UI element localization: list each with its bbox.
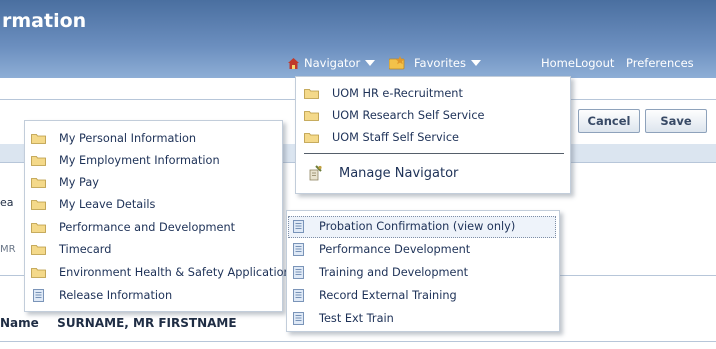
menu-item-label[interactable]: Timecard xyxy=(59,243,111,256)
menu-item-label[interactable]: My Pay xyxy=(59,176,99,189)
favorites-label[interactable]: Favorites xyxy=(414,56,466,70)
menu-item-label[interactable]: Environment Health & Safety Applications xyxy=(59,266,297,279)
manage-navigator-item[interactable]: Manage Navigator xyxy=(308,163,458,183)
folder-icon xyxy=(31,222,46,233)
navigator-item-hr-recruitment[interactable]: UOM HR e-Recruitment xyxy=(304,83,463,103)
menu-item-label[interactable]: My Personal Information xyxy=(59,132,196,145)
menu-item-performance-development-page[interactable]: Performance Development xyxy=(293,239,470,259)
page-icon xyxy=(293,265,304,279)
folder-icon xyxy=(304,88,319,99)
menu-item-label[interactable]: My Employment Information xyxy=(59,154,220,167)
folder-icon xyxy=(31,133,46,144)
menu-item-timecard[interactable]: Timecard xyxy=(31,239,111,259)
name-value: SURNAME, MR FIRSTNAME xyxy=(57,316,237,330)
folder-icon xyxy=(31,199,46,210)
menu-item-training-development[interactable]: Training and Development xyxy=(293,262,468,282)
employee-name-row: Name SURNAME, MR FIRSTNAME xyxy=(0,316,237,330)
menu-item-label[interactable]: Training and Development xyxy=(319,266,468,279)
menu-item-personal-information[interactable]: My Personal Information xyxy=(31,128,196,148)
home-house-icon xyxy=(288,57,299,69)
manage-navigator-icon xyxy=(308,165,322,181)
menu-item-performance-development[interactable]: Performance and Development xyxy=(31,217,235,237)
save-button[interactable]: Save xyxy=(645,109,707,133)
navigator-item-label[interactable]: UOM Research Self Service xyxy=(332,109,485,122)
page-icon xyxy=(293,311,304,325)
page-icon xyxy=(293,219,304,233)
folder-icon xyxy=(31,267,46,278)
navigator-item-staff-self-service[interactable]: UOM Staff Self Service xyxy=(304,127,459,147)
name-label: Name xyxy=(0,316,39,330)
menu-separator xyxy=(304,153,564,154)
menu-item-label[interactable]: Probation Confirmation (view only) xyxy=(319,220,515,233)
preferences-link[interactable]: Preferences xyxy=(626,54,694,72)
page-icon xyxy=(293,242,304,256)
menu-item-label[interactable]: Release Information xyxy=(59,289,172,302)
folder-icon xyxy=(304,132,319,143)
menu-item-release-information[interactable]: Release Information xyxy=(33,285,172,305)
menu-item-my-pay[interactable]: My Pay xyxy=(31,172,99,192)
menu-item-record-external-training[interactable]: Record External Training xyxy=(293,285,457,305)
navigator-item-research[interactable]: UOM Research Self Service xyxy=(304,105,485,125)
logout-link-label[interactable]: Logout xyxy=(575,56,614,70)
folder-icon xyxy=(31,177,46,188)
navigator-item-label[interactable]: UOM HR e-Recruitment xyxy=(332,87,463,100)
chevron-down-icon xyxy=(365,60,376,66)
home-link[interactable]: Home xyxy=(541,54,575,72)
menu-item-label[interactable]: Test Ext Train xyxy=(319,312,394,325)
chevron-down-icon xyxy=(470,60,481,66)
menu-item-leave-details[interactable]: My Leave Details xyxy=(31,194,155,214)
folder-icon xyxy=(304,110,319,121)
navigator-label[interactable]: Navigator xyxy=(304,56,360,70)
page-icon xyxy=(33,288,44,302)
home-link-label[interactable]: Home xyxy=(541,56,575,70)
navigator-item-label[interactable]: UOM Staff Self Service xyxy=(332,131,459,144)
menu-item-employment-information[interactable]: My Employment Information xyxy=(31,150,220,170)
manage-navigator-label[interactable]: Manage Navigator xyxy=(339,166,458,181)
menu-item-label[interactable]: Performance Development xyxy=(319,243,470,256)
menu-item-test-ext-train[interactable]: Test Ext Train xyxy=(293,308,394,328)
staff-self-service-submenu: My Personal Information My Employment In… xyxy=(24,120,297,312)
folder-icon xyxy=(31,244,46,255)
menu-item-label[interactable]: My Leave Details xyxy=(59,198,155,211)
page-title: rmation xyxy=(2,10,87,32)
menu-item-environment-health-safety[interactable]: Environment Health & Safety Applications xyxy=(31,262,297,282)
favorites-menu-button[interactable]: Favorites xyxy=(389,54,481,72)
logout-link[interactable]: Logout xyxy=(575,54,614,72)
menu-item-label[interactable]: Record External Training xyxy=(319,289,457,302)
menu-item-probation-confirmation[interactable]: Probation Confirmation (view only) xyxy=(293,216,515,236)
field-value-fragment: MR xyxy=(0,244,16,255)
page-icon xyxy=(293,288,304,302)
preferences-link-label[interactable]: Preferences xyxy=(626,56,694,70)
navigator-dropdown: UOM HR e-Recruitment UOM Research Self S… xyxy=(295,76,571,194)
menu-item-label[interactable]: Performance and Development xyxy=(59,221,235,234)
navigator-menu-button[interactable]: Navigator xyxy=(288,54,376,72)
folder-icon xyxy=(31,155,46,166)
cancel-button[interactable]: Cancel xyxy=(578,109,640,133)
favorites-icon xyxy=(389,56,406,70)
performance-development-submenu: Probation Confirmation (view only) Perfo… xyxy=(286,210,560,332)
section-divider xyxy=(0,341,716,342)
field-label-fragment: ea xyxy=(0,196,14,209)
app-header: rmation Navigator Favorites Home Logout … xyxy=(0,0,716,78)
